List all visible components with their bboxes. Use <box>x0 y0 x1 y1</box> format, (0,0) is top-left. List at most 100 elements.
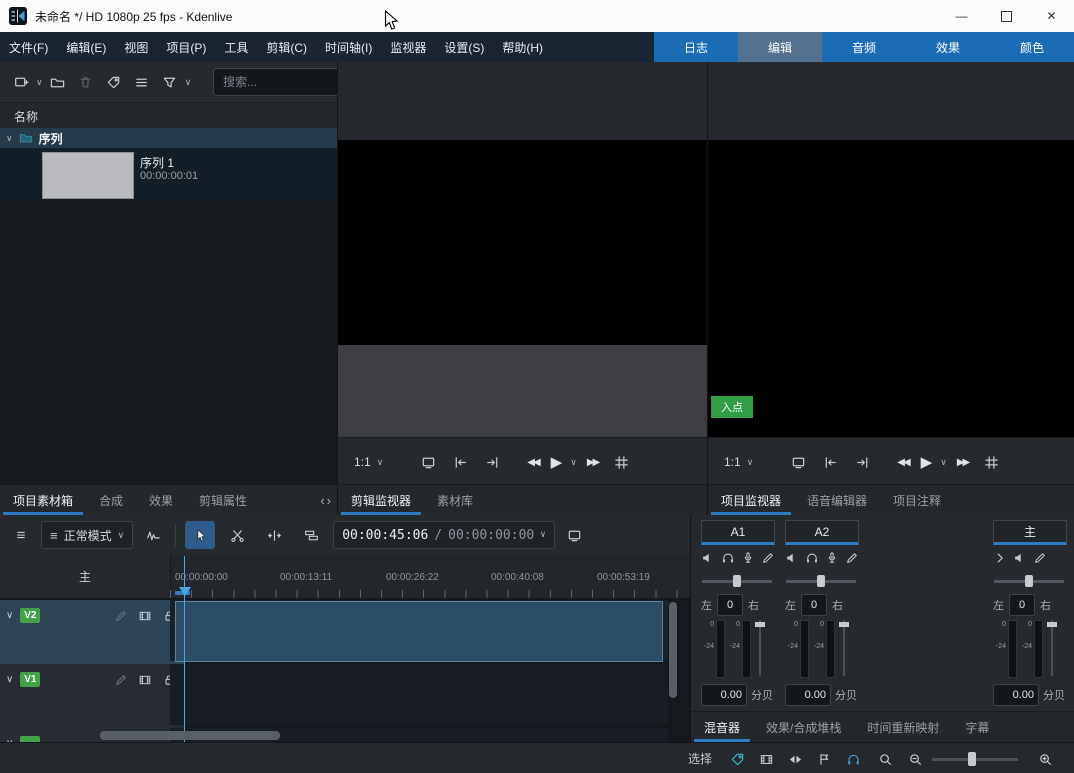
collapse-mixer-icon[interactable] <box>993 551 1007 565</box>
mute-icon[interactable] <box>701 551 715 565</box>
go-to-zone-start-button[interactable] <box>447 449 473 475</box>
play-button[interactable]: ▶ <box>919 453 935 471</box>
track-badge-v1[interactable]: V1 <box>20 672 40 687</box>
mute-icon[interactable] <box>1013 551 1027 565</box>
tag-color-icon[interactable] <box>724 746 750 772</box>
workspace-logging[interactable]: 日志 <box>654 32 738 62</box>
zoom-slider-handle[interactable] <box>968 752 976 766</box>
track-header-v2[interactable]: ∨ V2 <box>0 600 185 667</box>
workspace-effects[interactable]: 效果 <box>906 32 990 62</box>
track-badge-v2[interactable]: V2 <box>20 608 40 623</box>
playhead-line[interactable] <box>184 556 185 742</box>
balance-value[interactable]: 0 <box>1009 594 1035 616</box>
monitor-scene-button[interactable] <box>785 449 811 475</box>
tab-project-notes[interactable]: 项目注释 <box>880 485 954 515</box>
tab-scroll-left-icon[interactable]: ‹ <box>320 494 324 507</box>
menu-view[interactable]: 视图 <box>115 32 157 62</box>
tab-compositions[interactable]: 合成 <box>86 485 136 515</box>
tab-subtitles[interactable]: 字幕 <box>952 712 1002 742</box>
record-mic-icon[interactable] <box>741 551 755 565</box>
mute-icon[interactable] <box>785 551 799 565</box>
menu-help[interactable]: 帮助(H) <box>493 32 552 62</box>
menu-timeline[interactable]: 时间轴(I) <box>316 32 381 62</box>
forward-button[interactable]: ▶▶ <box>953 457 972 468</box>
timecode-display[interactable]: 00:00:45:06 / 00:00:00:00 ∨ <box>333 521 554 549</box>
search-input[interactable] <box>213 68 345 96</box>
bin-clip-row[interactable]: 序列 1 00:00:00:01 <box>0 148 337 201</box>
menu-clip[interactable]: 剪辑(C) <box>257 32 316 62</box>
tab-project-bin[interactable]: 项目素材箱 <box>0 485 86 515</box>
forward-button[interactable]: ▶▶ <box>583 457 602 468</box>
zoom-fit-icon[interactable] <box>872 746 898 772</box>
gain-slider[interactable] <box>837 620 851 676</box>
workspace-editing[interactable]: 编辑 <box>738 32 822 62</box>
tab-clip-properties[interactable]: 剪辑属性 <box>186 485 260 515</box>
play-options-chevron-icon[interactable]: ∨ <box>570 458 577 467</box>
channel-name-button[interactable]: A1 <box>701 520 775 545</box>
tab-effect-stack[interactable]: 效果/合成堆栈 <box>753 712 854 742</box>
go-to-zone-end-button[interactable] <box>849 449 875 475</box>
slip-tool-button[interactable] <box>296 521 326 549</box>
tab-effects[interactable]: 效果 <box>136 485 186 515</box>
monitor-scene-button[interactable] <box>415 449 441 475</box>
show-markers-flag-icon[interactable] <box>811 746 837 772</box>
workspace-audio[interactable]: 音频 <box>822 32 906 62</box>
timeline-ruler[interactable]: 主 00:00:00:00 00:00:13:11 00:00:26:22 00… <box>0 555 690 598</box>
tag-button[interactable] <box>101 69 127 95</box>
effects-pencil-icon[interactable] <box>1033 551 1047 565</box>
workspace-color[interactable]: 颜色 <box>990 32 1074 62</box>
db-value[interactable]: 0.00 <box>701 684 747 706</box>
filter-chevron-icon[interactable]: ∨ <box>185 78 192 87</box>
tab-project-monitor[interactable]: 项目监视器 <box>708 485 794 515</box>
gain-slider[interactable] <box>753 620 767 676</box>
edit-mode-select[interactable]: ≡ 正常模式 ∨ <box>41 521 133 549</box>
balance-value[interactable]: 0 <box>801 594 827 616</box>
maximize-button[interactable] <box>984 0 1029 32</box>
go-to-zone-end-button[interactable] <box>479 449 505 475</box>
play-options-chevron-icon[interactable]: ∨ <box>940 458 947 467</box>
show-thumbnails-icon[interactable] <box>753 746 779 772</box>
sequence-master-label[interactable]: 主 <box>0 555 171 598</box>
zone-mode-button[interactable] <box>608 449 634 475</box>
tab-mixer[interactable]: 混音器 <box>691 712 753 742</box>
menu-tools[interactable]: 工具 <box>215 32 257 62</box>
delete-button[interactable] <box>73 69 99 95</box>
collapse-track-icon[interactable]: ∨ <box>6 674 13 685</box>
bin-folder-row[interactable]: ∨ 序列 <box>0 128 349 148</box>
track-thumbnails-icon[interactable] <box>138 609 152 623</box>
volume-slider[interactable] <box>702 574 772 588</box>
tab-time-remap[interactable]: 时间重新映射 <box>854 712 952 742</box>
effects-pencil-icon[interactable] <box>845 551 859 565</box>
tab-clip-monitor[interactable]: 剪辑监视器 <box>338 485 424 515</box>
add-clip-button[interactable] <box>8 69 34 95</box>
menu-settings[interactable]: 设置(S) <box>435 32 493 62</box>
create-folder-button[interactable] <box>45 69 71 95</box>
audio-mixer-toggle-button[interactable] <box>140 522 166 548</box>
selection-tool-button[interactable] <box>185 521 215 549</box>
timeline-horizontal-scrollbar[interactable] <box>100 731 280 740</box>
ripple-edit-icon[interactable] <box>782 746 808 772</box>
channel-name-button[interactable]: A2 <box>785 520 859 545</box>
db-value[interactable]: 0.00 <box>993 684 1039 706</box>
track-effects-icon[interactable] <box>114 673 128 687</box>
menu-edit[interactable]: 编辑(E) <box>57 32 115 62</box>
monitor-audio-icon[interactable] <box>840 746 866 772</box>
monitor-zoom-select[interactable]: 1:1 ∨ <box>718 450 759 474</box>
folder-expander-icon[interactable]: ∨ <box>6 134 13 143</box>
record-mic-icon[interactable] <box>825 551 839 565</box>
rewind-button[interactable]: ◀◀ <box>523 457 542 468</box>
menu-monitor[interactable]: 监视器 <box>381 32 435 62</box>
tab-speech-editor[interactable]: 语音编辑器 <box>794 485 880 515</box>
monitor-zoom-select[interactable]: 1:1 ∨ <box>348 450 389 474</box>
zone-mode-button[interactable] <box>978 449 1004 475</box>
play-button[interactable]: ▶ <box>549 453 565 471</box>
zoom-out-icon[interactable] <box>902 746 928 772</box>
bin-columns-header[interactable]: 名称 ∧ <box>0 102 361 130</box>
timeline-clip-sequence[interactable] <box>175 601 663 662</box>
go-to-zone-start-button[interactable] <box>817 449 843 475</box>
add-clip-chevron-icon[interactable]: ∨ <box>36 78 43 87</box>
close-button[interactable]: ✕ <box>1029 0 1074 32</box>
menu-project[interactable]: 项目(P) <box>157 32 215 62</box>
minimize-button[interactable]: — <box>939 0 984 32</box>
playhead-marker[interactable] <box>179 587 191 596</box>
